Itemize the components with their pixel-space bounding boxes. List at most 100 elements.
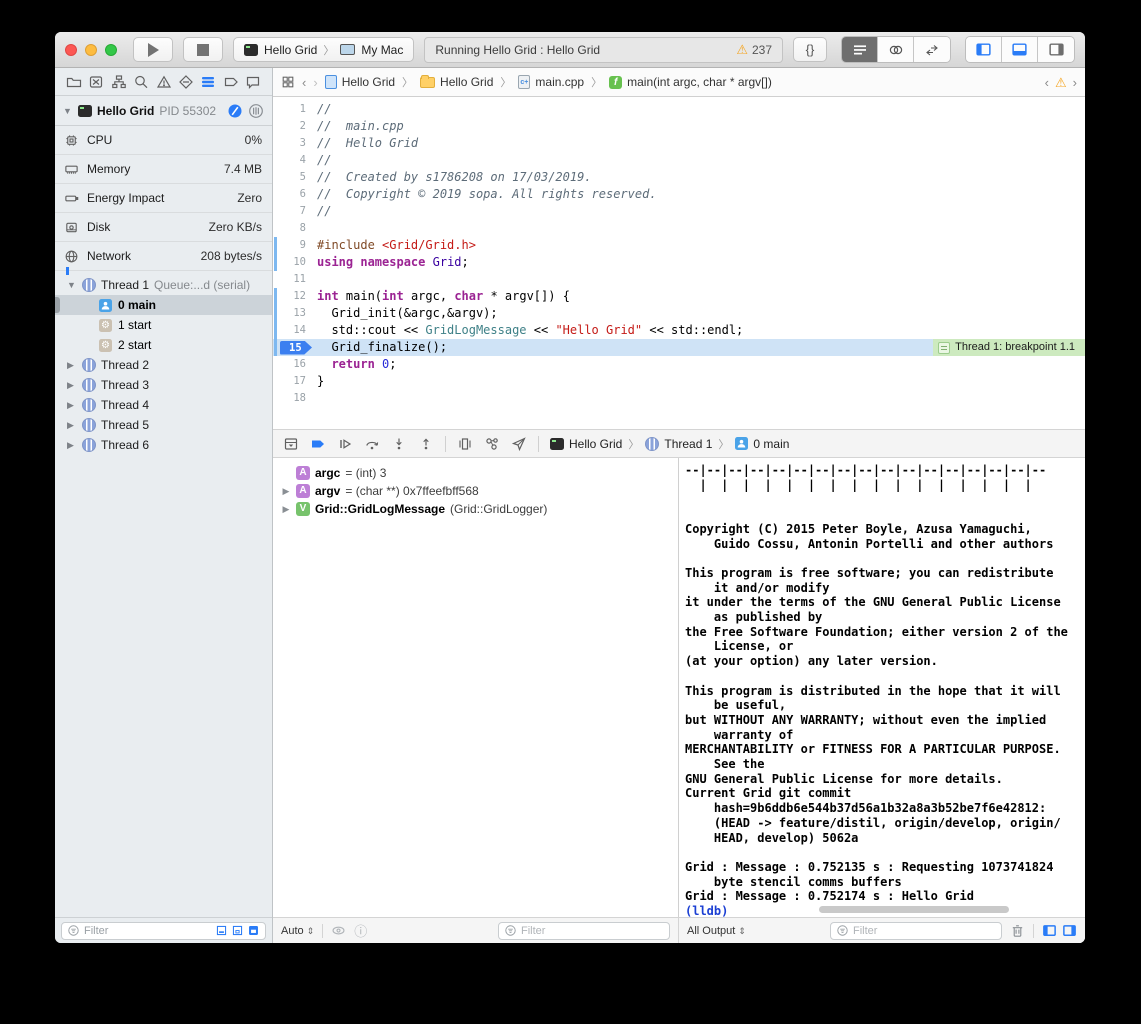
debug-view-mode-buttons[interactable] [215, 924, 260, 937]
assistant-editor-button[interactable] [878, 37, 914, 62]
pause-debug-icon[interactable] [227, 103, 243, 119]
navigator-tab-symbol[interactable] [110, 73, 128, 91]
memory-gauge-icon[interactable] [248, 103, 264, 119]
variables-filter-field[interactable]: Filter [498, 922, 670, 940]
stack-frame-row[interactable]: ⚙1 start [55, 315, 272, 335]
source-editor[interactable]: 1//2// main.cpp3// Hello Grid4//5// Crea… [273, 97, 1085, 429]
code-line[interactable]: 11 [273, 271, 1085, 288]
memory-graph-button[interactable] [484, 436, 500, 452]
console-filter-field[interactable]: Filter [830, 922, 1002, 940]
trash-icon[interactable] [1010, 923, 1025, 938]
jumpbar-item[interactable]: fmain(int argc, char * argv[]) [609, 75, 772, 89]
activity-viewer[interactable]: Running Hello Grid : Hello Grid ⚠ 237 [424, 37, 783, 63]
code-line[interactable]: 7// [273, 203, 1085, 220]
gauge-row-network[interactable]: Network208 bytes/s [55, 242, 272, 271]
navigator-tab-debug[interactable] [199, 73, 217, 91]
issue-warning-icon[interactable]: ⚠ [1055, 76, 1067, 89]
navigator-tab-breakpoint[interactable] [222, 73, 240, 91]
console-output-dropdown[interactable]: All Output ⇕ [687, 925, 746, 937]
navigator-filter-field[interactable]: Filter [61, 922, 266, 940]
disclosure-triangle-icon[interactable]: ▶ [67, 380, 77, 391]
step-into-button[interactable] [391, 436, 407, 452]
breakpoint-annotation[interactable]: Thread 1: breakpoint 1.1 [933, 339, 1085, 356]
version-editor-button[interactable] [914, 37, 950, 62]
debug-view-mode-icon[interactable] [215, 924, 228, 937]
gauge-row-disk[interactable]: DiskZero KB/s [55, 213, 272, 242]
thread-row[interactable]: ▶Thread 5 [55, 415, 272, 435]
debug-crumb-item[interactable]: 0 main [735, 437, 789, 451]
quicklook-eye-icon[interactable] [331, 923, 346, 938]
disclosure-triangle-icon[interactable]: ▼ [63, 106, 73, 116]
step-over-button[interactable] [364, 436, 380, 452]
code-line[interactable]: 4// [273, 152, 1085, 169]
disclosure-triangle-icon[interactable]: ▶ [67, 400, 77, 411]
jumpbar-item[interactable]: c+main.cpp [518, 75, 584, 89]
navigator-panel-button[interactable] [966, 37, 1002, 62]
console-view-toggle[interactable] [1062, 923, 1077, 938]
thread-row[interactable]: ▶Thread 3 [55, 375, 272, 395]
disclosure-triangle-icon[interactable]: ▶ [67, 420, 77, 431]
code-line[interactable]: 16 return 0; [273, 356, 1085, 373]
gauge-row-memory[interactable]: Memory7.4 MB [55, 155, 272, 184]
thread-row[interactable]: ▼Thread 1Queue:...d (serial) [55, 275, 272, 295]
jumpbar-item[interactable]: Hello Grid [325, 75, 395, 89]
continue-button[interactable] [337, 436, 353, 452]
disclosure-triangle-icon[interactable]: ▶ [67, 440, 77, 451]
issues-badge[interactable]: ⚠ 237 [736, 43, 772, 57]
go-forward-button[interactable]: › [313, 75, 317, 90]
close-window-button[interactable] [65, 44, 77, 56]
next-issue-button[interactable]: › [1073, 75, 1077, 90]
code-line[interactable]: 12int main(int argc, char * argv[]) { [273, 288, 1085, 305]
code-line[interactable]: 9#include <Grid/Grid.h> [273, 237, 1085, 254]
code-line[interactable]: 13 Grid_init(&argc,&argv); [273, 305, 1085, 322]
code-line[interactable]: 18 [273, 390, 1085, 407]
stack-frame-row[interactable]: 0 main [55, 295, 272, 315]
code-line[interactable]: 17} [273, 373, 1085, 390]
step-out-button[interactable] [418, 436, 434, 452]
code-line[interactable]: 2// main.cpp [273, 118, 1085, 135]
view-hierarchy-button[interactable] [457, 436, 473, 452]
breakpoint-arrow-badge[interactable]: 15 [280, 341, 312, 355]
stack-frame-row[interactable]: ⚙2 start [55, 335, 272, 355]
run-button[interactable] [133, 37, 173, 62]
code-snippet-button[interactable]: {} [793, 37, 827, 62]
code-line[interactable]: 10using namespace Grid; [273, 254, 1085, 271]
variables-view-toggle[interactable] [1042, 923, 1057, 938]
variable-row[interactable]: Aargc = (int) 3 [277, 464, 674, 482]
gauge-row-cpu[interactable]: CPU0% [55, 126, 272, 155]
thread-row[interactable]: ▶Thread 4 [55, 395, 272, 415]
debug-area-panel-button[interactable] [1002, 37, 1038, 62]
code-line[interactable]: 14 std::cout << GridLogMessage << "Hello… [273, 322, 1085, 339]
gauge-row-energy-impact[interactable]: Energy ImpactZero [55, 184, 272, 213]
navigator-tab-issue[interactable] [155, 73, 173, 91]
zoom-window-button[interactable] [105, 44, 117, 56]
debug-view-mode-icon[interactable] [231, 924, 244, 937]
disclosure-triangle-icon[interactable]: ▶ [67, 360, 77, 371]
breakpoints-toggle-button[interactable] [310, 436, 326, 452]
debug-crumb-item[interactable]: Thread 1 [645, 437, 712, 451]
info-icon[interactable]: ⓘ [354, 921, 367, 940]
standard-editor-button[interactable] [842, 37, 878, 62]
thread-row[interactable]: ▶Thread 2 [55, 355, 272, 375]
scheme-selector[interactable]: Hello Grid 〉 My Mac [233, 37, 414, 62]
variables-scope-dropdown[interactable]: Auto ⇕ [281, 925, 314, 937]
inspector-panel-button[interactable] [1038, 37, 1074, 62]
debug-view-mode-icon[interactable] [247, 924, 260, 937]
code-line[interactable]: 15 Grid_finalize();Thread 1: breakpoint … [273, 339, 1085, 356]
prev-issue-button[interactable]: ‹ [1045, 75, 1049, 90]
code-line[interactable]: 5// Created by s1786208 on 17/03/2019. [273, 169, 1085, 186]
variable-row[interactable]: ▶Aargv = (char **) 0x7ffeefbff568 [277, 482, 674, 500]
code-line[interactable]: 6// Copyright © 2019 sopa. All rights re… [273, 186, 1085, 203]
navigator-tab-report[interactable] [244, 73, 262, 91]
thread-row[interactable]: ▶Thread 6 [55, 435, 272, 455]
console-view[interactable]: --|--|--|--|--|--|--|--|--|--|--|--|--|-… [679, 458, 1085, 917]
related-items-icon[interactable] [281, 75, 295, 89]
horizontal-scrollbar[interactable] [819, 906, 1009, 913]
navigator-tab-test[interactable] [177, 73, 195, 91]
process-row[interactable]: ▼ Hello Grid PID 55302 [55, 96, 272, 126]
navigator-tab-project[interactable] [65, 73, 83, 91]
hide-debug-area-button[interactable] [283, 436, 299, 452]
stop-button[interactable] [183, 37, 223, 62]
disclosure-triangle-icon[interactable]: ▼ [67, 280, 77, 290]
navigator-tab-source-control[interactable] [87, 73, 105, 91]
